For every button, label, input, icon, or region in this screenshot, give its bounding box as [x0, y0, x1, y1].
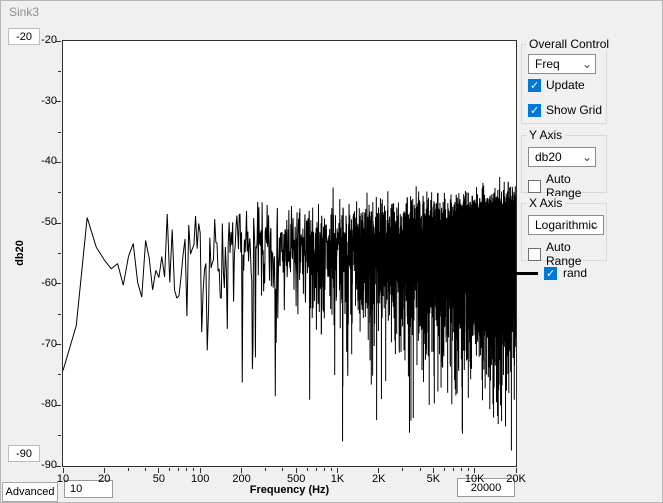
- x-tick-label: 10K: [458, 473, 492, 486]
- chevron-down-icon: ⌄: [582, 55, 592, 73]
- show-grid-checkbox[interactable]: ✓: [528, 104, 541, 117]
- y-tick-label: -30: [23, 95, 57, 108]
- plot-area[interactable]: [62, 40, 517, 467]
- y-tick-label: -20: [23, 34, 57, 47]
- x-axis-group: X Axis Logarithmic ⌄ ✓ Auto Range: [521, 203, 607, 261]
- y-tick-label: -70: [23, 338, 57, 351]
- x-tick-label: 10: [46, 473, 80, 486]
- spectrum-canvas: [63, 41, 516, 466]
- x-minor-tick: [178, 468, 179, 471]
- overall-control-dropdown-value: Freq: [535, 57, 560, 71]
- x-tick-label: 5K: [416, 473, 450, 486]
- window-title: Sink3: [9, 5, 39, 19]
- chevron-down-icon: ⌄: [590, 216, 600, 234]
- overall-control-dropdown[interactable]: Freq ⌄: [528, 54, 596, 74]
- y-tick-label: -80: [23, 398, 57, 411]
- frequency-sink-window: Sink3 -20 -90 db20 Overall Control Freq …: [0, 0, 663, 503]
- y-minor-tick: [58, 192, 61, 193]
- x-minor-tick: [461, 468, 462, 471]
- x-minor-tick: [186, 468, 187, 471]
- x-tick-label: 20: [87, 473, 121, 486]
- y-tick-label: -90: [23, 459, 57, 472]
- x-minor-tick: [324, 468, 325, 471]
- y-tick-label: -40: [23, 155, 57, 168]
- update-checkbox-label: Update: [546, 78, 585, 92]
- check-icon: ✓: [530, 105, 539, 117]
- x-minor-tick: [193, 468, 194, 471]
- legend-rand-label: rand: [563, 266, 587, 280]
- y-axis-dropdown-value: db20: [535, 150, 562, 164]
- overall-control-group-title: Overall Control: [526, 37, 612, 51]
- y-tick-label: -50: [23, 216, 57, 229]
- legend-rand-checkbox[interactable]: ✓: [544, 267, 557, 280]
- y-minor-tick: [58, 71, 61, 72]
- x-auto-range-row: ✓ Auto Range: [528, 240, 606, 268]
- x-axis-dropdown-value: Logarithmic: [535, 218, 597, 232]
- x-auto-range-checkbox[interactable]: ✓: [528, 248, 541, 261]
- overall-control-group: Overall Control Freq ⌄ ✓ Update ✓ Show G…: [521, 44, 607, 124]
- x-tick-label: 500: [279, 473, 313, 486]
- x-minor-tick: [316, 468, 317, 471]
- y-minor-tick: [58, 314, 61, 315]
- x-tick-label: 2K: [362, 473, 396, 486]
- y-minor-tick: [58, 132, 61, 133]
- legend: ✓ rand: [516, 266, 587, 280]
- x-minor-tick: [145, 468, 146, 471]
- update-checkbox[interactable]: ✓: [528, 79, 541, 92]
- y-minor-tick: [58, 435, 61, 436]
- x-axis-dropdown[interactable]: Logarithmic ⌄: [528, 215, 604, 235]
- x-axis-group-title: X Axis: [526, 196, 565, 210]
- show-grid-row: ✓ Show Grid: [528, 103, 602, 117]
- y-minor-tick: [58, 253, 61, 254]
- x-minor-tick: [420, 468, 421, 471]
- x-minor-tick: [265, 468, 266, 471]
- y-axis-title: db20: [14, 240, 26, 266]
- y-tick-label: -60: [23, 277, 57, 290]
- x-minor-tick: [444, 468, 445, 471]
- x-auto-range-label: Auto Range: [546, 240, 606, 268]
- x-minor-tick: [307, 468, 308, 471]
- show-grid-checkbox-label: Show Grid: [546, 103, 602, 117]
- y-minor-tick: [58, 374, 61, 375]
- check-icon: ✓: [530, 80, 539, 92]
- update-row: ✓ Update: [528, 78, 585, 92]
- x-minor-tick: [128, 468, 129, 471]
- x-minor-tick: [282, 468, 283, 471]
- x-minor-tick: [331, 468, 332, 471]
- chevron-down-icon: ⌄: [582, 148, 592, 166]
- x-tick-label: 50: [142, 473, 176, 486]
- legend-line-swatch: [516, 272, 538, 275]
- x-minor-tick: [453, 468, 454, 471]
- y-axis-group: Y Axis db20 ⌄ ✓ Auto Range: [521, 135, 607, 193]
- y-axis-dropdown[interactable]: db20 ⌄: [528, 147, 596, 167]
- x-minor-tick: [402, 468, 403, 471]
- x-minor-tick: [468, 468, 469, 471]
- x-tick-label: 100: [183, 473, 217, 486]
- x-tick-label: 1K: [320, 473, 354, 486]
- x-tick-label: 200: [225, 473, 259, 486]
- check-icon: ✓: [546, 268, 555, 280]
- y-auto-range-checkbox[interactable]: ✓: [528, 180, 541, 193]
- x-tick-label: 20K: [499, 473, 533, 486]
- y-axis-group-title: Y Axis: [526, 128, 565, 142]
- x-minor-tick: [169, 468, 170, 471]
